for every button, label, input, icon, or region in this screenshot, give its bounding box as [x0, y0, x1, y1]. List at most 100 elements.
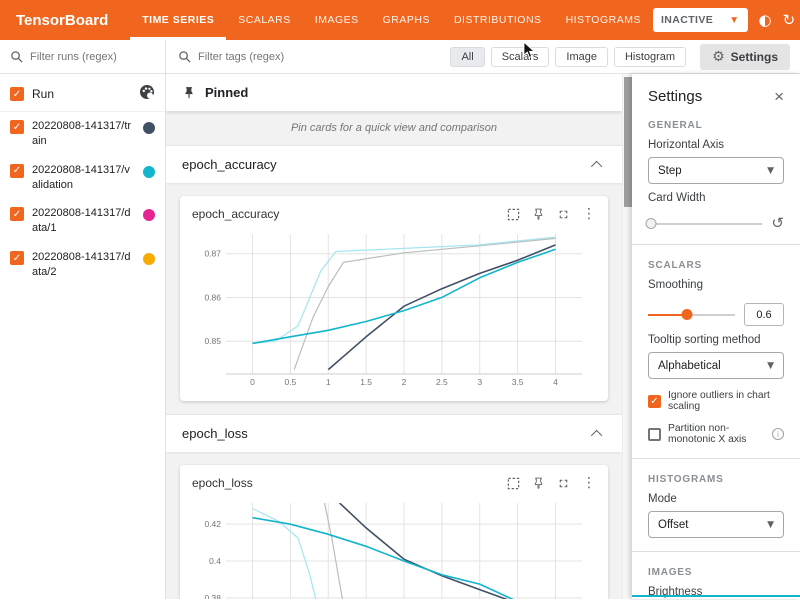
- section-epoch-loss[interactable]: epoch_loss: [166, 414, 622, 452]
- run-name: 20220808-141317/validation: [32, 163, 135, 193]
- fit-selection-icon[interactable]: [507, 477, 520, 490]
- horizontal-axis-label: Horizontal Axis: [648, 139, 784, 151]
- chevron-up-icon: [591, 429, 602, 440]
- svg-text:0.38: 0.38: [204, 593, 221, 599]
- settings-button[interactable]: ⚙ Settings: [700, 44, 790, 70]
- chevron-down-icon: ▼: [729, 15, 739, 26]
- runs-filter-container: [0, 40, 166, 73]
- search-icon: [178, 50, 191, 63]
- tooltip-sorting-select[interactable]: Alphabetical ▼: [648, 352, 784, 379]
- ignore-outliers-label: Ignore outliers in chart scaling: [668, 390, 784, 412]
- tab-histograms[interactable]: HISTOGRAMS: [554, 0, 653, 40]
- section-epoch-accuracy[interactable]: epoch_accuracy: [166, 145, 622, 183]
- run-color-dot[interactable]: [143, 209, 155, 221]
- histogram-mode-value: Offset: [658, 519, 688, 531]
- filter-tags-input[interactable]: [198, 51, 308, 63]
- close-icon[interactable]: ×: [774, 88, 784, 105]
- fit-selection-icon[interactable]: [507, 208, 520, 221]
- fullscreen-icon[interactable]: [557, 477, 570, 490]
- run-row: ✓ 20220808-141317/data/1: [0, 199, 165, 243]
- gear-icon: ⚙: [712, 49, 725, 65]
- more-options-icon[interactable]: ⋮: [582, 475, 596, 491]
- reset-icon[interactable]: ↺: [771, 216, 784, 231]
- chart-canvas-epoch-loss[interactable]: 00.511.522.533.540.360.380.40.42: [190, 495, 598, 599]
- run-color-dot[interactable]: [143, 122, 155, 134]
- card-zone: epoch_loss ⋮ 00.511.522.533.540.360.380.…: [166, 452, 622, 599]
- settings-button-label: Settings: [731, 50, 778, 64]
- pin-icon: [182, 86, 196, 100]
- run-status-select[interactable]: INACTIVE ▼: [653, 8, 748, 32]
- tag-type-chips: All Scalars Image Histogram: [450, 47, 686, 67]
- chip-histogram[interactable]: Histogram: [614, 47, 686, 67]
- tab-distributions[interactable]: DISTRIBUTIONS: [442, 0, 554, 40]
- svg-text:0.5: 0.5: [284, 377, 296, 387]
- chevron-down-icon: ▼: [767, 520, 774, 530]
- chip-scalars-label: Scalars: [502, 51, 539, 63]
- more-options-icon[interactable]: ⋮: [582, 206, 596, 222]
- run-checkbox[interactable]: ✓: [10, 120, 24, 134]
- run-checkbox[interactable]: ✓: [10, 207, 24, 221]
- divider: [632, 458, 800, 459]
- card-width-slider[interactable]: [648, 223, 762, 225]
- svg-text:2.5: 2.5: [436, 377, 448, 387]
- info-icon[interactable]: i: [772, 428, 784, 440]
- fullscreen-icon[interactable]: [557, 208, 570, 221]
- smoothing-input[interactable]: [744, 303, 784, 326]
- partition-label: Partition non-monotonic X axis: [668, 423, 765, 445]
- tab-time-series[interactable]: TIME SERIES: [130, 0, 226, 40]
- chevron-up-icon: [591, 160, 602, 171]
- chip-all[interactable]: All: [450, 47, 484, 67]
- smoothing-slider[interactable]: [648, 314, 735, 316]
- histogram-mode-select[interactable]: Offset ▼: [648, 511, 784, 538]
- histogram-mode-label: Mode: [648, 493, 784, 505]
- tab-graphs[interactable]: GRAPHS: [371, 0, 442, 40]
- horizontal-axis-select[interactable]: Step ▼: [648, 157, 784, 184]
- refresh-icon[interactable]: ↻: [783, 13, 796, 28]
- run-checkbox[interactable]: ✓: [10, 164, 24, 178]
- pinned-hint: Pin cards for a quick view and compariso…: [166, 111, 622, 145]
- chart-canvas-epoch-accuracy[interactable]: 00.511.522.533.540.850.860.87: [190, 226, 598, 397]
- theme-toggle-icon[interactable]: ◐: [759, 13, 772, 28]
- card-zone: epoch_accuracy ⋮ 00.511.522.533.540.850.…: [166, 183, 622, 414]
- chip-scalars[interactable]: Scalars: [491, 47, 550, 67]
- run-color-dot[interactable]: [143, 166, 155, 178]
- section-title: epoch_loss: [182, 426, 248, 441]
- checkbox-ignore-outliers[interactable]: ✓: [648, 395, 661, 408]
- run-name: 20220808-141317/data/1: [32, 206, 135, 236]
- tab-scalars[interactable]: SCALARS: [226, 0, 303, 40]
- divider: [632, 244, 800, 245]
- svg-text:3: 3: [477, 377, 482, 387]
- settings-section-caption: HISTOGRAMS: [648, 474, 784, 485]
- pinned-header: Pinned: [166, 74, 622, 111]
- settings-title: Settings: [648, 88, 702, 105]
- main-scrollbar[interactable]: [622, 74, 632, 599]
- run-row: ✓ 20220808-141317/train: [0, 112, 165, 156]
- palette-icon[interactable]: [139, 84, 155, 103]
- settings-panel: Settings × GENERAL Horizontal Axis Step …: [632, 74, 800, 599]
- chip-image[interactable]: Image: [555, 47, 608, 67]
- run-color-dot[interactable]: [143, 253, 155, 265]
- chevron-down-icon: ▼: [767, 361, 774, 371]
- checkbox-partition-x-axis[interactable]: [648, 428, 661, 441]
- card-title: epoch_accuracy: [192, 207, 279, 221]
- scrollbar-thumb[interactable]: [624, 77, 632, 207]
- run-checkbox[interactable]: ✓: [10, 251, 24, 265]
- search-icon: [10, 50, 23, 63]
- svg-text:0: 0: [250, 377, 255, 387]
- svg-text:0.87: 0.87: [204, 249, 221, 259]
- select-all-runs-checkbox[interactable]: ✓: [10, 87, 24, 101]
- runs-panel: ✓ Run ✓ 20220808-141317/train ✓ 20220808…: [0, 74, 166, 599]
- svg-text:0.85: 0.85: [204, 336, 221, 346]
- smoothing-label: Smoothing: [648, 279, 784, 291]
- pin-card-icon[interactable]: [532, 208, 545, 221]
- app-logo: TensorBoard: [0, 12, 130, 29]
- filter-runs-input[interactable]: [30, 51, 140, 63]
- run-row: ✓ 20220808-141317/validation: [0, 156, 165, 200]
- tab-images[interactable]: IMAGES: [303, 0, 371, 40]
- nav-tabs: TIME SERIES SCALARS IMAGES GRAPHS DISTRI…: [130, 0, 653, 40]
- pin-card-icon[interactable]: [532, 477, 545, 490]
- tooltip-sorting-label: Tooltip sorting method: [648, 334, 784, 346]
- runs-header: ✓ Run: [0, 74, 165, 112]
- filter-toolbar: All Scalars Image Histogram ⚙ Settings: [0, 40, 800, 74]
- pinned-label: Pinned: [205, 85, 248, 100]
